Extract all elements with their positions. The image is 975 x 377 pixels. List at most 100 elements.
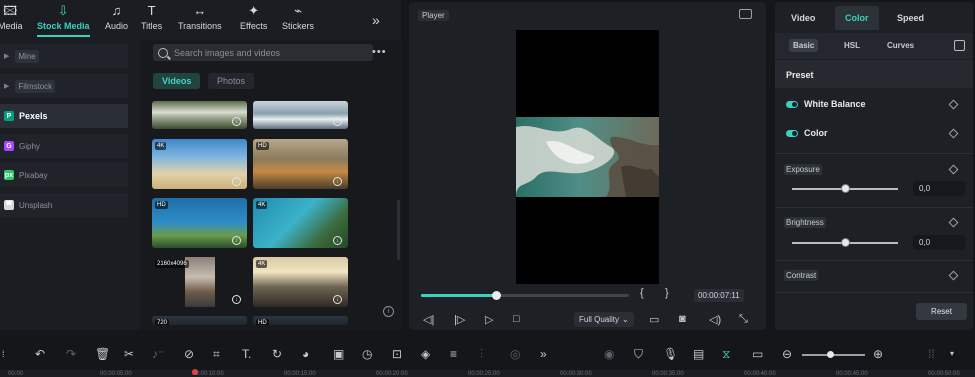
exposure-slider[interactable] [792, 184, 898, 193]
zoom-in-icon[interactable]: ⊕ [873, 347, 883, 361]
tab-audio[interactable]: ♫ Audio [105, 4, 128, 32]
preset-header[interactable]: Preset [775, 60, 973, 88]
text-icon[interactable]: T. [242, 347, 251, 361]
more-tools-icon[interactable]: » [540, 347, 547, 361]
playhead[interactable] [192, 369, 198, 375]
exposure-value[interactable]: 0,0 [913, 181, 965, 196]
redo-icon[interactable]: ↷ [66, 347, 76, 361]
play-icon[interactable]: ▷ [485, 313, 493, 326]
tab-stock-media[interactable]: ⇩ Stock Media [37, 4, 90, 37]
dropdown-arrow-icon[interactable]: ▾ [950, 347, 954, 361]
sidebar-item-unsplash[interactable]: ▀ Unsplash [0, 193, 128, 217]
keyframe-diamond-icon[interactable] [948, 164, 959, 175]
timeline-ruler[interactable]: 00:00 00:00:05:00 00:00:10:00 00:00:15:00 00… [0, 370, 975, 377]
stock-thumbnail[interactable]: ↓ [152, 101, 247, 129]
download-icon[interactable]: ↓ [333, 117, 342, 126]
expand-arrow-icon[interactable]: ▶ [4, 52, 9, 60]
exposure-slider-handle[interactable] [841, 184, 850, 193]
white-balance-toggle[interactable] [786, 100, 798, 108]
speech-icon[interactable]: ◎ [510, 347, 520, 361]
mark-in-button[interactable]: { [640, 287, 644, 299]
subtab-hsl[interactable]: HSL [840, 39, 864, 52]
grid-handle-icon[interactable]: ⁞⁞ [928, 347, 935, 361]
brightness-slider-handle[interactable] [841, 238, 850, 247]
color-toggle[interactable] [786, 129, 798, 137]
previous-frame-icon[interactable]: ◁| [423, 313, 434, 326]
voiceover-icon[interactable]: ▤ [693, 347, 704, 361]
microphone-icon[interactable]: 🎙 [663, 347, 678, 361]
sidebar-item-filmstock[interactable]: ▶ Filmstock [0, 74, 128, 98]
marker-shield-icon[interactable]: ⛉ [634, 347, 643, 361]
brightness-value[interactable]: 0,0 [913, 235, 965, 250]
stock-thumbnail[interactable]: 720 [152, 316, 247, 325]
delete-icon[interactable]: 🗑 [95, 347, 110, 361]
next-frame-icon[interactable]: |▷ [454, 313, 465, 326]
tab-photos[interactable]: Photos [208, 73, 255, 89]
reset-button[interactable]: Reset [916, 303, 967, 320]
volume-icon[interactable]: ◁) [709, 313, 721, 326]
crop-icon[interactable]: ⌗ [213, 347, 220, 361]
download-icon[interactable]: ↓ [232, 177, 241, 186]
tab-video[interactable]: Video [781, 6, 825, 30]
sidebar-item-giphy[interactable]: G Giphy [0, 134, 128, 158]
tab-media[interactable]: 🖾 Media [0, 4, 23, 32]
info-icon[interactable]: i [383, 306, 394, 317]
disable-icon[interactable]: ⊘ [184, 347, 194, 361]
zoom-slider-handle[interactable] [827, 351, 835, 358]
more-options-icon[interactable]: ••• [372, 46, 387, 58]
adjust-icon[interactable]: ≡ [450, 347, 457, 361]
stock-thumbnail[interactable]: HD ↓ [253, 139, 348, 189]
keyframe-diamond-icon[interactable] [948, 99, 959, 110]
stock-thumbnail[interactable]: HD [253, 316, 348, 325]
audio-wave-icon[interactable]: ⫶ [480, 347, 483, 361]
search-box[interactable] [153, 44, 373, 61]
motion-track-icon[interactable]: ⊡ [392, 347, 402, 361]
stock-thumbnail[interactable]: HD ↓ [152, 198, 247, 248]
stock-thumbnail[interactable]: 4K ↓ [253, 198, 348, 248]
keyframe-diamond-icon[interactable] [948, 270, 959, 281]
tab-speed[interactable]: Speed [887, 6, 934, 30]
snap-magnet-icon[interactable]: ⧖ [722, 347, 730, 361]
download-icon[interactable]: ↓ [333, 295, 342, 304]
pip-icon[interactable]: ▭ [752, 347, 763, 361]
audio-detach-icon[interactable]: ♪⁻ [152, 347, 164, 361]
sidebar-item-pexels[interactable]: P Pexels [0, 104, 128, 128]
brightness-slider[interactable] [792, 238, 898, 247]
tab-transitions[interactable]: ↔ Transitions [178, 4, 222, 32]
stock-thumbnail[interactable]: 2160x4096 ↓ [152, 257, 247, 307]
tab-effects[interactable]: ✦ Effects [240, 4, 267, 32]
keyframe-diamond-icon[interactable] [948, 217, 959, 228]
color-palette-icon[interactable]: ◕ [302, 347, 309, 361]
green-screen-icon[interactable]: ▣ [333, 347, 344, 361]
stock-thumbnail[interactable]: 4K ↓ [253, 257, 348, 307]
sidebar-item-pixabay[interactable]: px Pixabay [0, 163, 128, 187]
save-preset-icon[interactable] [954, 40, 965, 51]
snapshot-camera-icon[interactable]: ◙ [679, 313, 686, 325]
download-icon[interactable]: ↓ [232, 295, 241, 304]
tab-color[interactable]: Color [835, 6, 879, 30]
tab-videos[interactable]: Videos [153, 73, 201, 89]
keyframe-icon[interactable]: ◈ [421, 347, 430, 361]
speed-timer-icon[interactable]: ◷ [362, 347, 372, 361]
rotate-icon[interactable]: ↻ [272, 347, 282, 361]
stock-thumbnail[interactable]: 4K ↓ [152, 139, 247, 189]
keyframe-diamond-icon[interactable] [948, 128, 959, 139]
more-tools-chevron-icon[interactable]: » [372, 12, 380, 28]
render-icon[interactable]: ◉ [604, 347, 614, 361]
mark-out-button[interactable]: } [665, 287, 669, 299]
select-tool-icon[interactable]: ⁞ [2, 347, 5, 361]
preview-canvas[interactable] [516, 30, 659, 284]
subtab-basic[interactable]: Basic [789, 39, 819, 52]
expand-arrow-icon[interactable]: ▶ [4, 82, 9, 90]
tab-titles[interactable]: T Titles [141, 4, 162, 32]
download-icon[interactable]: ↓ [333, 177, 342, 186]
download-icon[interactable]: ↓ [232, 236, 241, 245]
timeline-zoom-slider[interactable] [802, 351, 865, 358]
subtab-curves[interactable]: Curves [883, 39, 918, 52]
quality-select[interactable]: Full Quality ⌄ [574, 312, 634, 327]
sidebar-item-mine[interactable]: ▶ Mine [0, 44, 128, 68]
image-icon[interactable] [739, 9, 752, 19]
download-icon[interactable]: ↓ [232, 117, 241, 126]
undo-icon[interactable]: ↶ [35, 347, 45, 361]
fullscreen-icon[interactable]: ⤡ [739, 313, 748, 326]
